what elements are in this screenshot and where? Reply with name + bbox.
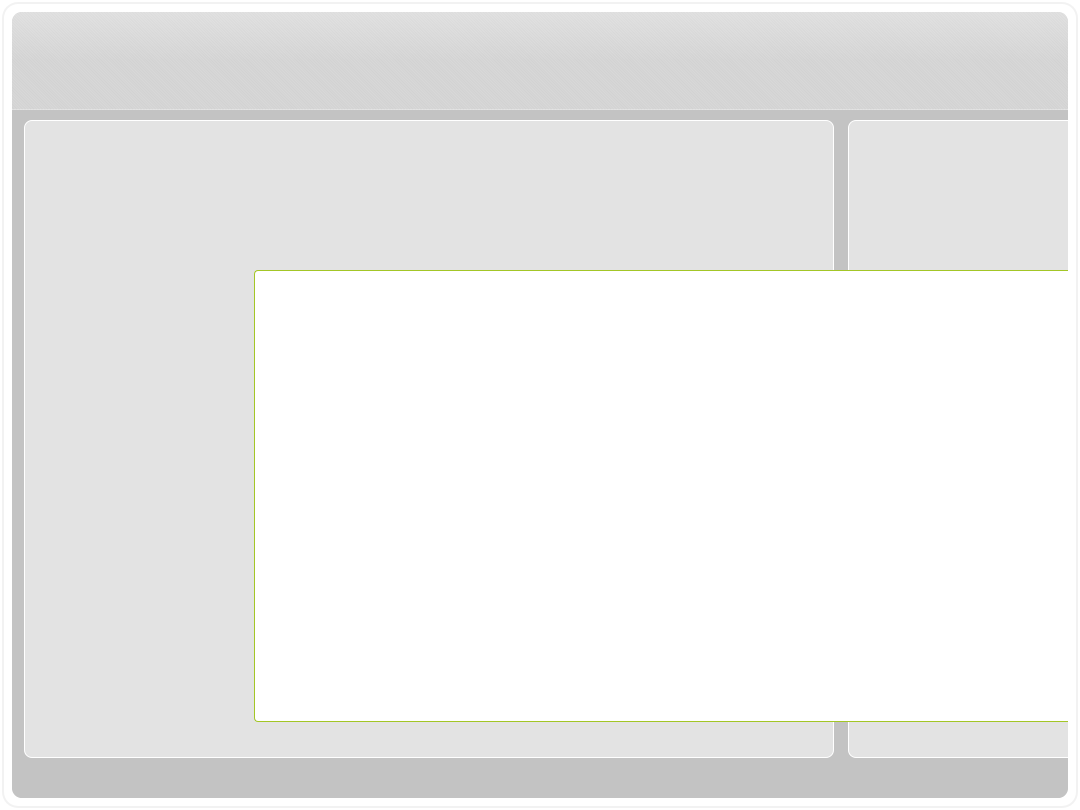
overlay-panel xyxy=(254,270,1068,722)
outer-frame xyxy=(4,4,1076,806)
window-chrome xyxy=(12,12,1068,798)
titlebar[interactable] xyxy=(12,12,1068,110)
